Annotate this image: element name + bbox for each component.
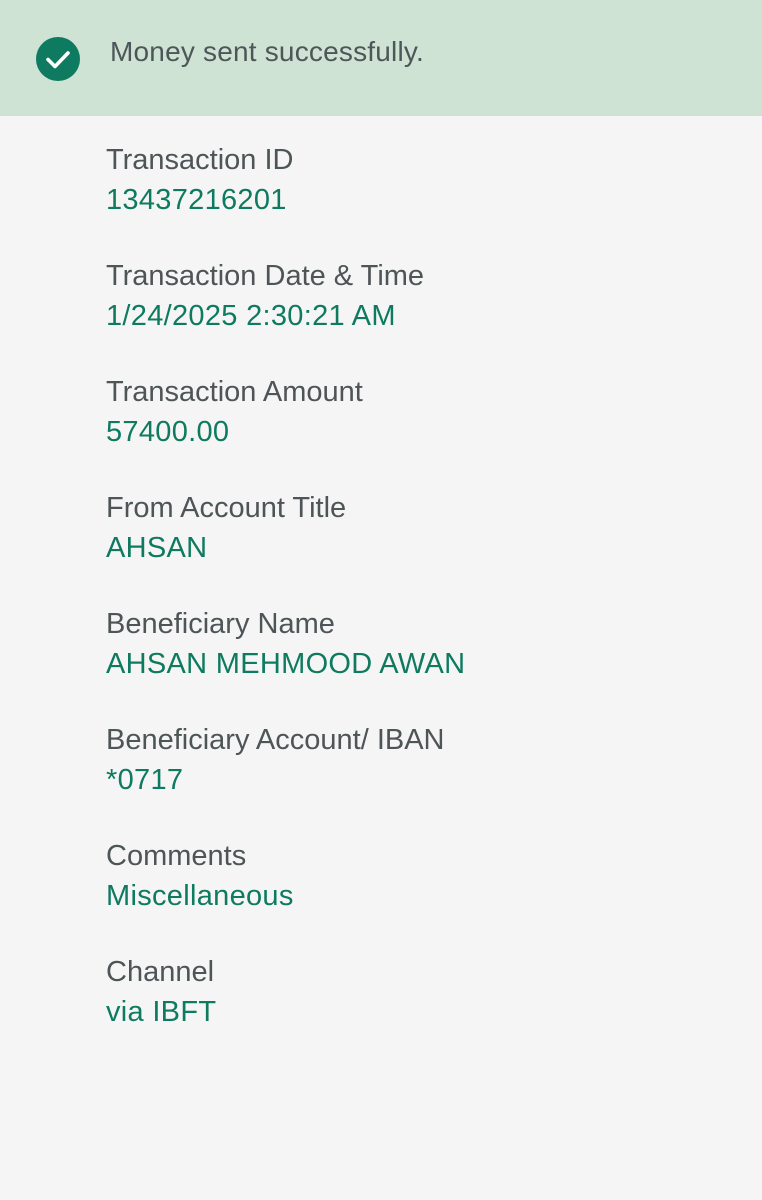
detail-label: Beneficiary Account/ IBAN — [106, 724, 445, 756]
detail-label: Comments — [106, 840, 247, 872]
detail-value: AHSAN — [106, 532, 208, 564]
detail-row-transaction-amount: Transaction Amount 57400.00 — [106, 372, 746, 488]
check-circle-icon — [36, 37, 80, 81]
detail-label: From Account Title — [106, 492, 347, 524]
detail-row-channel: Channel via IBFT — [106, 952, 746, 1068]
transaction-details: Transaction ID 13437216201 Transaction D… — [106, 140, 746, 1068]
detail-value: 1/24/2025 2:30:21 AM — [106, 300, 396, 332]
detail-row-from-account-title: From Account Title AHSAN — [106, 488, 746, 604]
detail-label: Channel — [106, 956, 215, 988]
detail-row-beneficiary-account: Beneficiary Account/ IBAN *0717 — [106, 720, 746, 836]
success-banner: Money sent successfully. — [0, 0, 762, 116]
detail-label: Transaction ID — [106, 144, 294, 176]
detail-value: 57400.00 — [106, 416, 230, 448]
detail-label: Transaction Date & Time — [106, 260, 425, 292]
detail-value: via IBFT — [106, 996, 217, 1028]
detail-value: AHSAN MEHMOOD AWAN — [106, 648, 466, 680]
detail-row-beneficiary-name: Beneficiary Name AHSAN MEHMOOD AWAN — [106, 604, 746, 720]
detail-row-transaction-date-time: Transaction Date & Time 1/24/2025 2:30:2… — [106, 256, 746, 372]
detail-label: Beneficiary Name — [106, 608, 335, 640]
success-message: Money sent successfully. — [110, 36, 424, 67]
detail-value: Miscellaneous — [106, 880, 294, 912]
detail-row-transaction-id: Transaction ID 13437216201 — [106, 140, 746, 256]
detail-label: Transaction Amount — [106, 376, 363, 408]
detail-value: 13437216201 — [106, 184, 287, 216]
detail-value: *0717 — [106, 764, 184, 796]
detail-row-comments: Comments Miscellaneous — [106, 836, 746, 952]
